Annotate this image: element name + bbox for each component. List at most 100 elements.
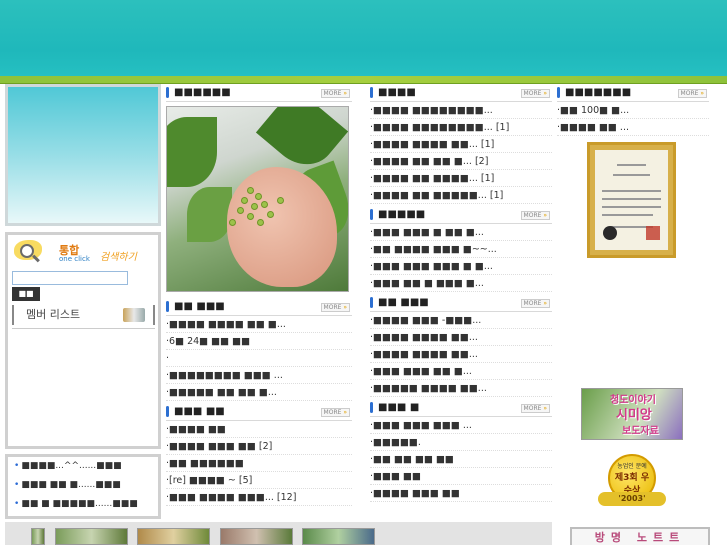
member-list-bar[interactable]: 멤버 리스트 — [12, 305, 155, 325]
list-item[interactable]: ·■■■■■ ■■■■ ■■... — [370, 380, 552, 397]
thumbnail-strip — [5, 522, 552, 545]
section-bullet — [557, 87, 560, 98]
section-head-3: ■■■ ■■ MORE » — [166, 403, 352, 421]
grape-dot — [277, 197, 284, 204]
search-button[interactable]: ■■ — [12, 287, 40, 301]
list-item[interactable]: ·■■■■ ■■ — [166, 421, 352, 438]
grape-dot — [251, 203, 258, 210]
list-item[interactable]: ·■■■■ ■■■ -■■■... — [370, 312, 552, 329]
grape-dot — [237, 207, 244, 214]
list-item[interactable]: ·■■■■ ■■■■■■■■... — [370, 102, 552, 119]
more-link[interactable]: MORE » — [520, 404, 550, 413]
search-input[interactable] — [12, 271, 128, 285]
list-item[interactable]: ·■■■■ ■■ ■■ ■... [2] — [370, 153, 552, 170]
list-item[interactable]: ·■■■■ ■■■■ ■■... — [370, 329, 552, 346]
member-icon — [123, 308, 145, 322]
more-link[interactable]: MORE » — [520, 211, 550, 220]
grape-dot — [247, 187, 254, 194]
recent-item[interactable]: ■■■■...^^......■■■ — [14, 461, 121, 471]
list-item[interactable]: ·■■■■■■■■ ■■■ ... — [166, 367, 352, 384]
list-item[interactable]: ·■■■■ ■■■■■■■■... [1] — [370, 119, 552, 136]
award-medal: 농업인 문예 제3회 우수상 '2003' — [598, 452, 666, 512]
recent-panel: ■■■■...^^......■■■ ■■■ ■■ ■......■■■ ■■ … — [5, 454, 161, 519]
list-item[interactable]: ·■■■ ■■ ■ ■■■ ■... — [370, 275, 552, 292]
section-head-2-3: ■■ ■■■ MORE » — [370, 294, 552, 312]
section-head-2-2: ■■■■■ MORE » — [370, 206, 552, 224]
cert-line — [602, 206, 661, 208]
post-list: ·■■■ ■■■ ■ ■■ ■... ·■■ ■■■■ ■■■ ■~~... ·… — [370, 224, 552, 292]
list-item[interactable]: ·■■ ■■■■■■ — [166, 455, 352, 472]
list-item[interactable]: ·[re] ■■■■ ~ [5] — [166, 472, 352, 489]
section-bullet — [370, 209, 373, 220]
section-head-2-1: ■■■■ MORE » — [370, 84, 552, 102]
section-title: ■■■■■■■ — [565, 87, 632, 98]
magnifier-icon — [20, 244, 34, 258]
list-item[interactable]: ·■■■■ ■■ ■■■■... [1] — [370, 170, 552, 187]
banner-line-2: 시미앙 — [616, 408, 652, 423]
leaf-shape — [187, 187, 232, 242]
leaf-shape — [167, 117, 217, 187]
list-item[interactable]: ·■■■■ ■■■■ ■■... — [370, 346, 552, 363]
stamp-icon — [646, 226, 660, 240]
thumbnail[interactable] — [220, 528, 293, 545]
grape-dot — [261, 201, 268, 208]
section-head-3-1: ■■■■■■■ MORE » — [557, 84, 709, 102]
section-title: ■■ ■■■ — [174, 301, 225, 312]
cert-line — [602, 190, 661, 192]
list-item[interactable]: ·■■ ■■■■ ■■■ ■~~... — [370, 241, 552, 258]
section-head-2-4: ■■■ ■ MORE » — [370, 399, 552, 417]
list-item[interactable]: ·■■■■ ■■■■ ■■ ■... — [166, 316, 352, 333]
thumbnail[interactable] — [302, 528, 375, 545]
list-item[interactable]: ·■■■ ■■■ ■■■ ... — [370, 417, 552, 434]
more-link[interactable]: MORE » — [320, 408, 350, 417]
list-item[interactable]: · — [166, 350, 352, 367]
list-item[interactable]: ·■■■ ■■ — [370, 468, 552, 485]
list-item[interactable]: ·■■■■ ■■■■ ■■... [1] — [370, 136, 552, 153]
section-title: ■■■ ■■ — [174, 406, 225, 417]
list-item[interactable]: ·■■■■■ ■■ ■■ ■... — [166, 384, 352, 401]
section-title: ■■■■■ — [378, 209, 426, 220]
list-item[interactable]: ·■■ 100■ ■... — [557, 102, 709, 119]
grape-dot — [255, 193, 262, 200]
thumbnail[interactable] — [31, 528, 45, 545]
post-list: ·■■■■ ■■■■■■■■... ·■■■■ ■■■■■■■■... [1] … — [370, 102, 552, 204]
thumbnail[interactable] — [55, 528, 128, 545]
grape-dot — [229, 219, 236, 226]
login-panel — [5, 84, 161, 226]
section-bullet — [370, 87, 373, 98]
award-certificate[interactable] — [587, 142, 676, 258]
more-link[interactable]: MORE » — [677, 89, 707, 98]
section-title: ■■■ ■ — [378, 402, 420, 413]
story-banner[interactable]: 청도이야기 시미앙 보도자료 — [581, 388, 683, 440]
list-item[interactable]: ·■■■■ ■■ ... — [557, 119, 709, 136]
grape-dot — [247, 213, 254, 220]
list-item[interactable]: ·■■■ ■■■ ■■■ ■ ■... — [370, 258, 552, 275]
medal-ribbon: '2003' — [598, 492, 666, 506]
cert-line — [616, 164, 647, 166]
list-item[interactable]: ·■■■■■. — [370, 434, 552, 451]
post-list: ·■■■■ ■■ ·■■■■ ■■■ ■■ [2] ·■■ ■■■■■■ ·[r… — [166, 421, 352, 506]
list-item[interactable]: ·■■■■ ■■■ ■■ — [370, 485, 552, 502]
gallery-photo[interactable] — [166, 106, 349, 292]
section-bullet — [166, 87, 169, 98]
search-logo-small: one click — [59, 255, 90, 263]
more-link[interactable]: MORE » — [320, 303, 350, 312]
guestbook-tab[interactable]: 방명 노트트 — [570, 527, 710, 545]
thumbnail[interactable] — [137, 528, 210, 545]
list-item[interactable]: ·■■■■ ■■ ■■■■■... [1] — [370, 187, 552, 204]
list-item[interactable]: ·■■■ ■■■ ■ ■■ ■... — [370, 224, 552, 241]
list-item[interactable]: ·■■■■ ■■■ ■■ [2] — [166, 438, 352, 455]
list-item[interactable]: ·■■ ■■ ■■ ■■ — [370, 451, 552, 468]
more-link[interactable]: MORE » — [320, 89, 350, 98]
list-item[interactable]: ·6■ 24■ ■■ ■■ — [166, 333, 352, 350]
list-item[interactable]: ·■■■ ■■■ ■■ ■... — [370, 363, 552, 380]
column-2: ■■■■ MORE » ·■■■■ ■■■■■■■■... ·■■■■ ■■■■… — [370, 84, 552, 502]
cert-line — [613, 174, 650, 176]
more-link[interactable]: MORE » — [520, 89, 550, 98]
cert-line — [602, 214, 654, 216]
recent-item[interactable]: ■■■ ■■ ■......■■■ — [14, 480, 120, 490]
recent-item[interactable]: ■■ ■ ■■■■■......■■■ — [14, 499, 137, 509]
list-item[interactable]: ·■■■ ■■■■ ■■■... [12] — [166, 489, 352, 506]
more-link[interactable]: MORE » — [520, 299, 550, 308]
member-divider — [12, 328, 155, 329]
